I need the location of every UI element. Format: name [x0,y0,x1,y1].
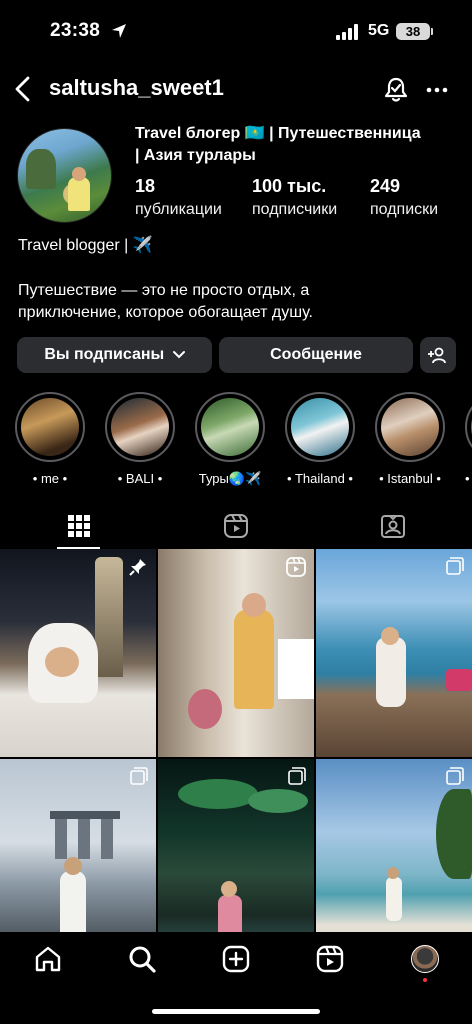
stat-posts-label: публикации [135,201,222,218]
tab-tagged[interactable] [314,505,471,549]
create-post-icon[interactable] [221,944,251,974]
stat-followers[interactable]: 100 тыс. подписчики [252,176,337,219]
pin-icon [129,559,146,576]
location-arrow-icon [112,24,126,38]
home-indicator [152,1009,320,1014]
status-bar: 23:38 5G 38 [0,0,472,64]
chevron-down-icon [172,350,185,359]
reels-icon [224,514,248,538]
reels-nav-icon[interactable] [315,944,345,974]
search-icon[interactable] [127,944,157,974]
carousel-icon [446,767,464,785]
carousel-icon [288,767,306,785]
highlight-label: Туры🌏✈️ [198,471,262,486]
highlight-bali[interactable]: • BALI • [105,392,175,486]
profile-username: saltusha_sweet1 [49,75,224,100]
highlight-label: • Istanbul • [379,471,441,486]
bio-line-2: Путешествие — это не просто отдых, а [18,282,310,299]
bio-line-3: приключение, которое обогащает душу. [18,304,313,321]
carousel-icon [446,557,464,575]
profile-bio-title: Travel блогер 🇰🇿 | Путешественница | Ази… [135,123,465,167]
suggested-users-button[interactable] [420,337,456,373]
bio-title-line2: | Азия турлары [135,147,256,164]
bio-title-line1: Travel блогер 🇰🇿 | Путешественница [135,125,421,142]
network-type: 5G [368,22,390,39]
stat-following-value: 249 [370,176,401,196]
stat-posts-value: 18 [135,176,156,196]
highlight-partial[interactable]: • S [465,392,472,486]
add-person-icon [428,347,446,364]
profile-avatar[interactable] [17,128,112,223]
home-icon[interactable] [33,944,63,974]
stat-following-label: подписки [370,201,439,218]
tab-posts-grid[interactable] [0,505,157,549]
stat-following[interactable]: 249 подписки [370,176,438,219]
highlight-thailand[interactable]: • Thailand • [285,392,355,486]
notification-dot [423,978,427,982]
battery-icon: 38 [396,23,430,40]
more-options-icon[interactable] [424,78,450,102]
highlight-tours[interactable]: Туры🌏✈️ [195,392,265,487]
reel-badge-icon [286,557,306,577]
notification-bell-icon[interactable] [383,76,409,104]
carousel-icon [130,767,148,785]
profile-tabs [0,505,472,549]
signal-icon [336,24,358,40]
profile-nav-avatar[interactable] [411,945,439,973]
message-button-label: Сообщение [270,346,362,363]
tagged-icon [381,515,405,538]
grid-icon [68,515,90,537]
highlight-istanbul[interactable]: • Istanbul • [375,392,445,486]
status-time: 23:38 [50,20,101,41]
profile-header: saltusha_sweet1 [0,64,472,116]
tab-reels[interactable] [157,505,314,549]
following-button[interactable]: Вы подписаны [17,337,212,373]
highlight-label: • Thailand • [287,471,353,486]
post-tile[interactable] [158,549,314,757]
highlight-label: • me • [32,471,68,486]
highlight-label: • S [465,471,472,486]
highlight-me[interactable]: • me • [15,392,85,486]
post-tile[interactable] [316,549,472,757]
following-button-label: Вы подписаны [44,346,165,363]
stat-followers-label: подписчики [252,201,338,218]
highlight-label: • BALI • [117,471,163,486]
battery-tip [431,28,433,35]
message-button[interactable]: Сообщение [219,337,413,373]
post-tile[interactable] [0,549,156,757]
bio-line-1: Travel blogger | ✈️ [18,237,153,254]
back-icon[interactable] [10,74,36,104]
stat-posts[interactable]: 18 публикации [135,176,222,219]
stat-followers-value: 100 тыс. [252,176,327,196]
